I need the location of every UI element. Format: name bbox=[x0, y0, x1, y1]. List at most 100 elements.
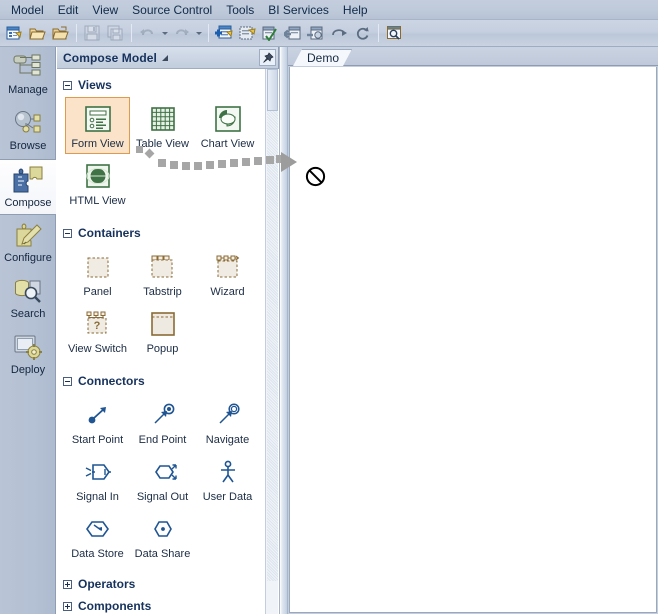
group-header-containers[interactable]: Containers bbox=[57, 223, 279, 243]
sidebar-item-deploy[interactable]: Deploy bbox=[0, 327, 56, 383]
palette-item-table-view[interactable]: Table View bbox=[130, 97, 195, 154]
data-store-icon bbox=[83, 512, 113, 546]
palette-item-form-view[interactable]: Form View bbox=[65, 97, 130, 154]
sidebar-item-label: Deploy bbox=[10, 364, 46, 376]
open-button[interactable] bbox=[26, 22, 48, 44]
panel-vertical-scrollbar[interactable] bbox=[265, 69, 278, 614]
menu-item-view[interactable]: View bbox=[85, 1, 125, 19]
views-grid: Form View Table View Chart View HTML Vie… bbox=[57, 95, 279, 211]
palette-item-chart-view[interactable]: Chart View bbox=[195, 97, 260, 154]
undo-button[interactable] bbox=[136, 22, 158, 44]
collapse-toggle-icon[interactable] bbox=[63, 80, 72, 90]
validate-button[interactable] bbox=[259, 22, 281, 44]
group-label: Connectors bbox=[78, 374, 145, 388]
menu-item-source-control[interactable]: Source Control bbox=[125, 1, 219, 19]
document-tabstrip: Demo bbox=[288, 47, 658, 66]
preview-button[interactable] bbox=[383, 22, 405, 44]
view-switch-icon: ? bbox=[83, 307, 113, 341]
menu-item-bi-services[interactable]: BI Services bbox=[261, 1, 336, 19]
palette-item-tabstrip[interactable]: Tabstrip bbox=[130, 245, 195, 302]
expand-toggle-icon[interactable] bbox=[63, 601, 72, 611]
menu-item-model[interactable]: Model bbox=[4, 1, 51, 19]
group-header-components[interactable]: Components bbox=[57, 596, 279, 614]
palette-item-wizard[interactable]: Wizard bbox=[195, 245, 260, 302]
menu-item-edit[interactable]: Edit bbox=[51, 1, 86, 19]
palette-item-html-view[interactable]: HTML View bbox=[65, 154, 130, 211]
save-button[interactable] bbox=[81, 22, 103, 44]
network-icon bbox=[13, 107, 43, 139]
sidebar-item-browse[interactable]: Browse bbox=[0, 103, 56, 159]
sidebar-item-label: Search bbox=[10, 308, 46, 320]
export-icon bbox=[307, 26, 323, 40]
menu-item-tools[interactable]: Tools bbox=[219, 1, 261, 19]
no-drop-cursor bbox=[305, 166, 326, 187]
wizard-icon bbox=[213, 250, 243, 284]
palette-item-navigate[interactable]: Navigate bbox=[195, 393, 260, 450]
toolbar-separator-2 bbox=[131, 24, 132, 42]
menu-item-help[interactable]: Help bbox=[336, 1, 375, 19]
palette-item-label: Tabstrip bbox=[143, 286, 182, 298]
refresh-icon bbox=[356, 26, 369, 40]
palette-item-label: Data Share bbox=[134, 548, 191, 560]
palette-item-label: Start Point bbox=[71, 434, 124, 446]
new-model-button[interactable] bbox=[3, 22, 25, 44]
group-header-connectors[interactable]: Connectors bbox=[57, 371, 279, 391]
sidebar-item-compose[interactable]: Compose bbox=[0, 159, 56, 215]
scrollbar-track[interactable] bbox=[267, 111, 278, 581]
refresh-button[interactable] bbox=[351, 22, 373, 44]
tabstrip-icon bbox=[148, 250, 178, 284]
panel-icon bbox=[83, 250, 113, 284]
palette-item-start-point[interactable]: Start Point bbox=[65, 393, 130, 450]
navigate-icon bbox=[213, 398, 243, 432]
start-point-icon bbox=[83, 398, 113, 432]
save-all-icon bbox=[107, 25, 123, 41]
new-model-icon bbox=[6, 26, 22, 39]
palette-item-label: Form View bbox=[71, 138, 124, 150]
tab-demo[interactable]: Demo bbox=[293, 49, 352, 66]
redo-dropdown-button[interactable] bbox=[193, 22, 204, 44]
undo-dropdown-button[interactable] bbox=[159, 22, 170, 44]
redo-button[interactable] bbox=[170, 22, 192, 44]
open-recent-button[interactable] bbox=[49, 22, 71, 44]
group-label: Components bbox=[78, 599, 152, 613]
palette-item-label: HTML View bbox=[69, 195, 126, 207]
chevron-down-icon bbox=[161, 31, 168, 35]
palette-item-view-switch[interactable]: ? View Switch bbox=[65, 302, 130, 359]
palette-item-data-store[interactable]: Data Store bbox=[65, 507, 130, 564]
panel-header: Compose Model bbox=[57, 47, 278, 69]
expand-toggle-icon[interactable] bbox=[63, 579, 72, 589]
collapse-toggle-icon[interactable] bbox=[63, 228, 72, 238]
sidebar-item-manage[interactable]: Manage bbox=[0, 47, 56, 103]
pin-button[interactable] bbox=[259, 49, 276, 66]
palette-item-signal-out[interactable]: Signal Out bbox=[130, 450, 195, 507]
palette-item-popup[interactable]: Popup bbox=[130, 302, 195, 359]
left-navigation-rail: Manage Browse Compose Configure Search D… bbox=[0, 47, 56, 614]
collapse-toggle-icon[interactable] bbox=[63, 376, 72, 386]
panel-title: Compose Model bbox=[63, 50, 157, 65]
palette-item-panel[interactable]: Panel bbox=[65, 245, 130, 302]
sidebar-item-search[interactable]: Search bbox=[0, 271, 56, 327]
palette-item-user-data[interactable]: User Data bbox=[195, 450, 260, 507]
new-view-button[interactable] bbox=[236, 22, 258, 44]
palette-item-end-point[interactable]: End Point bbox=[130, 393, 195, 450]
palette-item-data-share[interactable]: Data Share bbox=[130, 507, 195, 564]
scrollbar-thumb[interactable] bbox=[267, 69, 278, 111]
compose-model-panel: Compose Model Views Form View Table View… bbox=[57, 47, 279, 614]
export-button[interactable] bbox=[305, 22, 327, 44]
sidebar-item-configure[interactable]: Configure bbox=[0, 215, 56, 271]
group-label: Views bbox=[78, 78, 112, 92]
toolbar-separator-1 bbox=[76, 24, 77, 42]
palette-item-signal-in[interactable]: Signal In bbox=[65, 450, 130, 507]
add-object-button[interactable] bbox=[213, 22, 235, 44]
document-area: Demo bbox=[288, 47, 658, 614]
panel-splitter[interactable] bbox=[279, 47, 288, 614]
promote-button[interactable] bbox=[328, 22, 350, 44]
save-all-button[interactable] bbox=[104, 22, 126, 44]
import-button[interactable] bbox=[282, 22, 304, 44]
sidebar-item-label: Browse bbox=[9, 140, 47, 152]
dropdown-arrow-icon[interactable] bbox=[161, 54, 168, 61]
group-header-operators[interactable]: Operators bbox=[57, 574, 279, 594]
model-canvas[interactable] bbox=[289, 67, 657, 613]
group-header-views[interactable]: Views bbox=[57, 75, 279, 95]
palette-item-label: End Point bbox=[138, 434, 187, 446]
